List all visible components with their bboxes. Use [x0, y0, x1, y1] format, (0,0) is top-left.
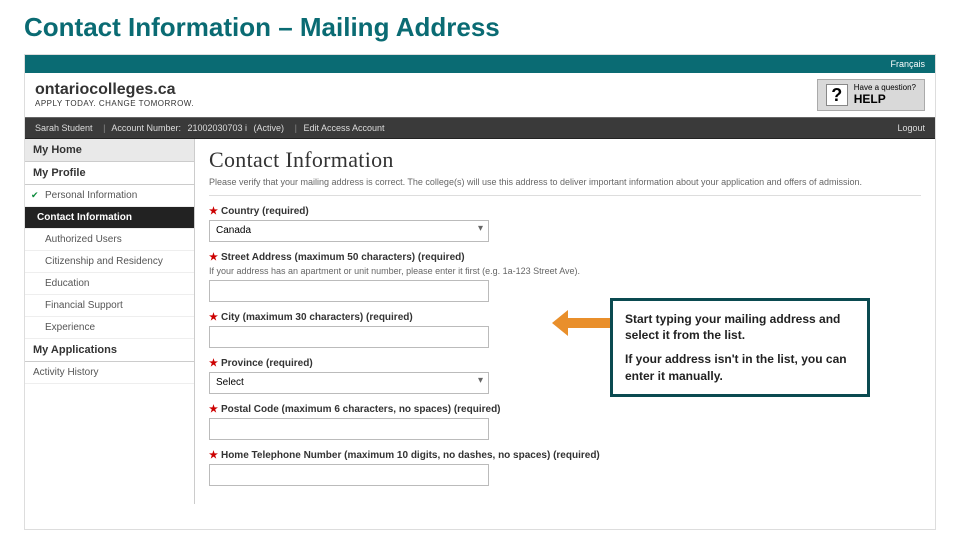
street-input[interactable] — [209, 280, 489, 302]
account-num: 21002030703 i — [187, 123, 247, 133]
phone-input[interactable] — [209, 464, 489, 486]
sidebar-profile[interactable]: My Profile — [25, 162, 194, 185]
province-select[interactable] — [209, 372, 489, 394]
help-big: HELP — [854, 93, 916, 106]
lang-link[interactable]: Français — [890, 59, 925, 69]
arrow-icon — [552, 310, 610, 336]
account-user: Sarah Student — [35, 123, 93, 133]
lang-bar: Français — [25, 55, 935, 73]
sidebar-home[interactable]: My Home — [25, 139, 194, 162]
sidebar-item-contact[interactable]: Contact Information — [25, 207, 194, 229]
sidebar-activity[interactable]: Activity History — [25, 362, 194, 384]
sidebar-item-authorized[interactable]: Authorized Users — [25, 229, 194, 251]
label-street: Street Address (maximum 50 characters) (… — [221, 252, 465, 263]
callout-line2: If your address isn't in the list, you c… — [625, 351, 855, 383]
help-button[interactable]: ? Have a question? HELP — [817, 79, 925, 111]
label-city: City (maximum 30 characters) (required) — [221, 312, 413, 323]
help-icon: ? — [826, 84, 848, 106]
hint-street: If your address has an apartment or unit… — [209, 266, 921, 276]
label-country: Country (required) — [221, 206, 309, 217]
label-phone: Home Telephone Number (maximum 10 digits… — [221, 450, 600, 461]
sidebar-item-education[interactable]: Education — [25, 273, 194, 295]
sidebar-item-citizenship[interactable]: Citizenship and Residency — [25, 251, 194, 273]
city-input[interactable] — [209, 326, 489, 348]
brand-name: ontariocolleges.ca — [35, 82, 194, 98]
sidebar-item-experience[interactable]: Experience — [25, 317, 194, 339]
label-postal: Postal Code (maximum 6 characters, no sp… — [221, 404, 501, 415]
logout-link[interactable]: Logout — [897, 123, 925, 133]
sidebar-applications[interactable]: My Applications — [25, 339, 194, 362]
brand-bar: ontariocolleges.ca APPLY TODAY. CHANGE T… — [25, 73, 935, 117]
sidebar-item-financial[interactable]: Financial Support — [25, 295, 194, 317]
page-intro: Please verify that your mailing address … — [209, 177, 921, 189]
edit-account-link[interactable]: Edit Access Account — [303, 123, 384, 133]
slide-title: Contact Information – Mailing Address — [0, 0, 960, 51]
postal-input[interactable] — [209, 418, 489, 440]
account-status: (Active) — [254, 123, 285, 133]
callout-line1: Start typing your mailing address and se… — [625, 311, 855, 343]
country-select[interactable] — [209, 220, 489, 242]
sidebar-item-personal[interactable]: Personal Information — [25, 185, 194, 207]
brand-tagline: APPLY TODAY. CHANGE TOMORROW. — [35, 100, 194, 108]
label-province: Province (required) — [221, 358, 313, 369]
account-bar: Sarah Student | Account Number: 21002030… — [25, 117, 935, 139]
page-heading: Contact Information — [209, 147, 921, 173]
sidebar: My Home My Profile Personal Information … — [25, 139, 195, 504]
app-screenshot: Français ontariocolleges.ca APPLY TODAY.… — [24, 54, 936, 530]
callout-box: Start typing your mailing address and se… — [610, 298, 870, 397]
account-num-label: Account Number: — [111, 123, 181, 133]
